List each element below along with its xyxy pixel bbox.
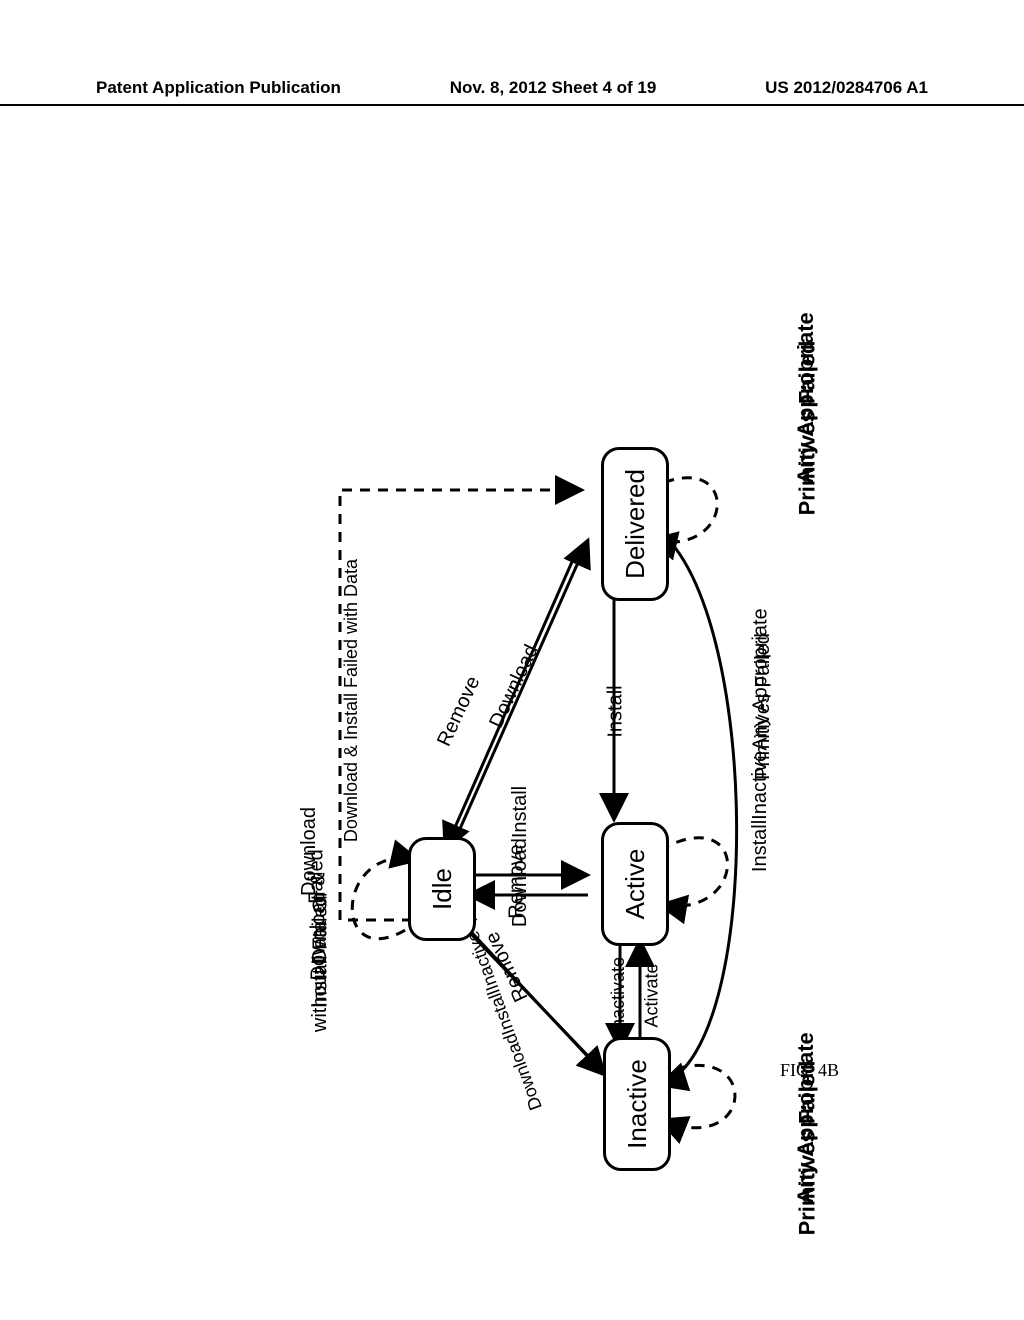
active-loop-l2: Primitives Failed: [752, 633, 775, 780]
state-inactive: Inactive: [603, 1037, 671, 1171]
label-activate: Activate: [642, 963, 663, 1027]
label-install: Install: [605, 685, 628, 737]
diagram-edges: [0, 0, 1024, 1320]
figure-caption: FIG. 4B: [780, 1060, 839, 1081]
state-idle: Idle: [408, 837, 476, 941]
delivered-loop-l2: Primitives Failed: [794, 341, 820, 516]
label-inactivate: Inactivate: [608, 957, 629, 1034]
state-delivered: Delivered: [601, 447, 669, 601]
label-dl-install-failed-with-data: Download & Install Failed with Data: [341, 559, 362, 842]
inactive-loop-l2: Primitives Failed: [794, 1061, 820, 1236]
state-active: Active: [601, 822, 669, 946]
label-remove-active: Remove: [506, 844, 529, 918]
idle-loop-l6: without Data: [309, 921, 332, 1032]
